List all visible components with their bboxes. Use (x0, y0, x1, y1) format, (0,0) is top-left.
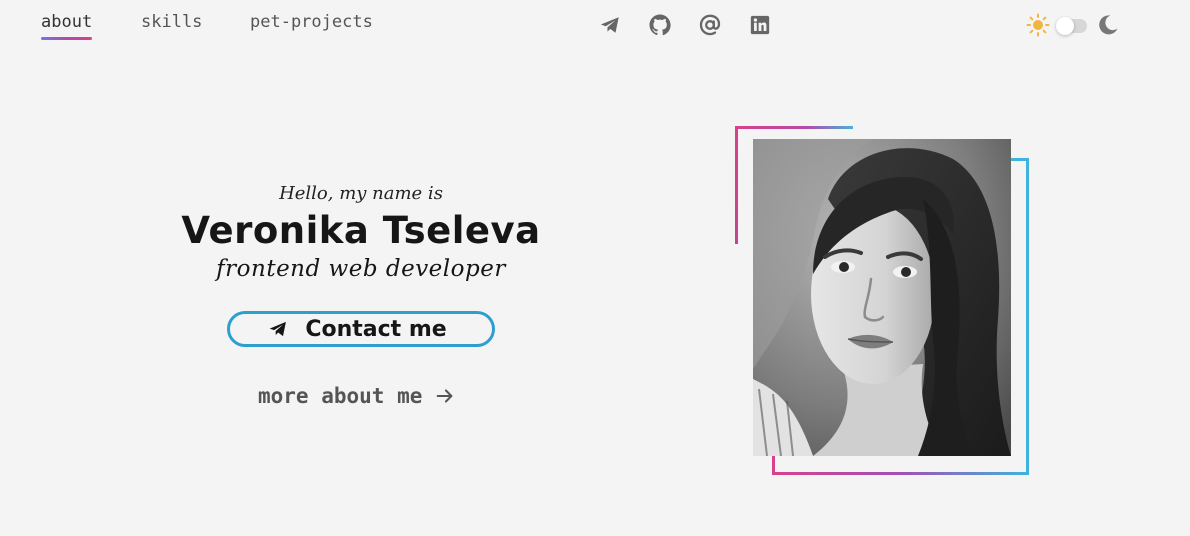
tab-pet-projects[interactable]: pet-projects (250, 12, 373, 32)
more-about-me-link[interactable]: more about me (258, 384, 456, 408)
theme-toggle-knob (1056, 17, 1074, 35)
more-about-me-label: more about me (258, 384, 423, 408)
github-icon[interactable] (648, 13, 672, 37)
moon-icon (1096, 13, 1120, 37)
frame-accent-bottom (772, 472, 1029, 475)
greeting-text: Hello, my name is (279, 183, 443, 204)
arrow-right-icon (434, 385, 456, 407)
tab-skills[interactable]: skills (141, 12, 202, 32)
tab-about[interactable]: about (41, 12, 93, 40)
contact-me-button[interactable]: Contact me (227, 311, 495, 347)
frame-accent-bottom-left (772, 455, 775, 475)
frame-accent-right (1026, 158, 1029, 475)
telegram-icon[interactable] (598, 13, 622, 37)
frame-accent-top-right (1011, 158, 1029, 161)
contact-me-label: Contact me (305, 316, 447, 342)
linkedin-icon[interactable] (748, 13, 772, 37)
profile-photo (753, 139, 1011, 456)
telegram-icon (267, 318, 289, 340)
page: about skills pet-projects Hello, my name… (0, 0, 1190, 536)
frame-accent-left (735, 126, 738, 244)
theme-toggle[interactable] (1056, 17, 1087, 35)
frame-accent-top (735, 126, 853, 129)
tab-pet-projects-label: pet-projects (250, 12, 373, 32)
email-icon[interactable] (698, 13, 722, 37)
active-tab-underline (41, 37, 93, 40)
developer-name: Veronika Tseleva (181, 209, 541, 252)
tab-about-label: about (41, 12, 93, 32)
developer-role: frontend web developer (216, 256, 506, 282)
tab-skills-label: skills (141, 12, 203, 32)
sun-icon (1026, 13, 1050, 37)
